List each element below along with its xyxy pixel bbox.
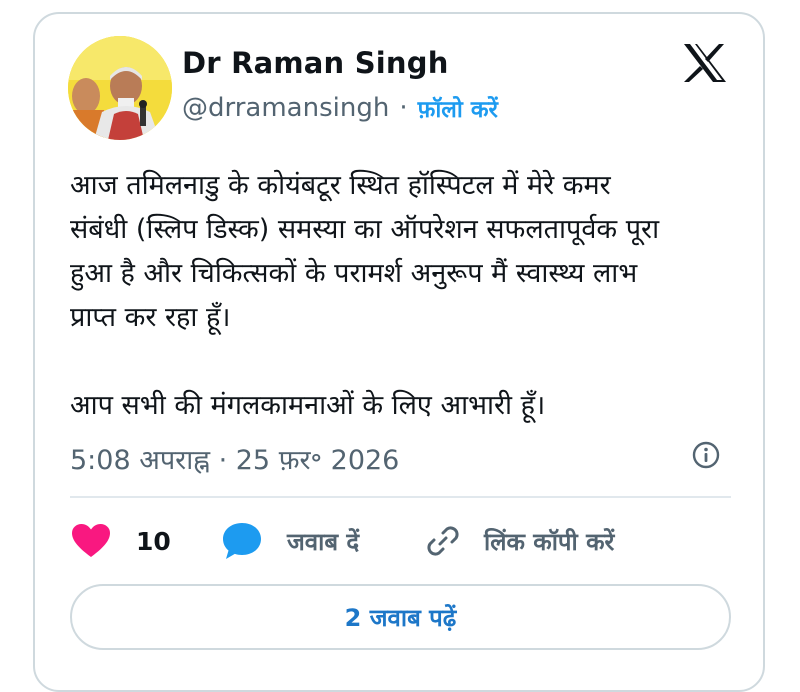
author-name[interactable]: Dr Raman Singh bbox=[182, 46, 449, 80]
tweet-line: हुआ है और चिकित्सकों के परामर्श अनुरूप म… bbox=[70, 258, 638, 289]
reply-label: जवाब दें bbox=[287, 527, 360, 556]
handle-separator: · bbox=[399, 93, 408, 123]
avatar-photo bbox=[68, 36, 172, 140]
x-logo-icon[interactable] bbox=[682, 42, 728, 84]
speech-bubble-icon bbox=[223, 523, 261, 559]
copy-link-button[interactable]: लिंक कॉपी करें bbox=[424, 520, 614, 562]
author-handle[interactable]: @drramansingh bbox=[182, 93, 389, 123]
tweet-text: आज तमिलनाडु के कोयंबटूर स्थित हॉस्पिटल म… bbox=[70, 164, 750, 428]
follow-button[interactable]: फ़ॉलो करें bbox=[418, 92, 498, 124]
divider bbox=[70, 496, 731, 498]
tweet-line: आप सभी की मंगलकामनाओं के लिए आभारी हूँ। bbox=[70, 390, 546, 421]
link-icon bbox=[427, 526, 459, 556]
like-button[interactable]: 10 bbox=[72, 520, 171, 562]
read-replies-button[interactable]: 2 जवाब पढ़ें bbox=[70, 584, 731, 650]
read-replies-label: 2 जवाब पढ़ें bbox=[344, 603, 457, 632]
author-avatar[interactable] bbox=[68, 36, 172, 140]
reply-button[interactable]: जवाब दें bbox=[221, 520, 359, 562]
tweet-line: आज तमिलनाडु के कोयंबटूर स्थित हॉस्पिटल म… bbox=[70, 170, 611, 201]
tweet-line: प्राप्त कर रहा हूँ। bbox=[70, 302, 231, 333]
author-handle-row: @drramansingh · फ़ॉलो करें bbox=[182, 92, 498, 124]
info-icon[interactable] bbox=[692, 441, 720, 469]
like-count: 10 bbox=[136, 526, 171, 556]
copy-link-label: लिंक कॉपी करें bbox=[484, 527, 615, 556]
heart-icon bbox=[72, 524, 110, 557]
tweet-timestamp[interactable]: 5:08 अपराह्न · 25 फ़र॰ 2026 bbox=[70, 440, 399, 477]
tweet-line: संबंधी (स्लिप डिस्क) समस्या का ऑपरेशन सफ… bbox=[70, 214, 660, 245]
